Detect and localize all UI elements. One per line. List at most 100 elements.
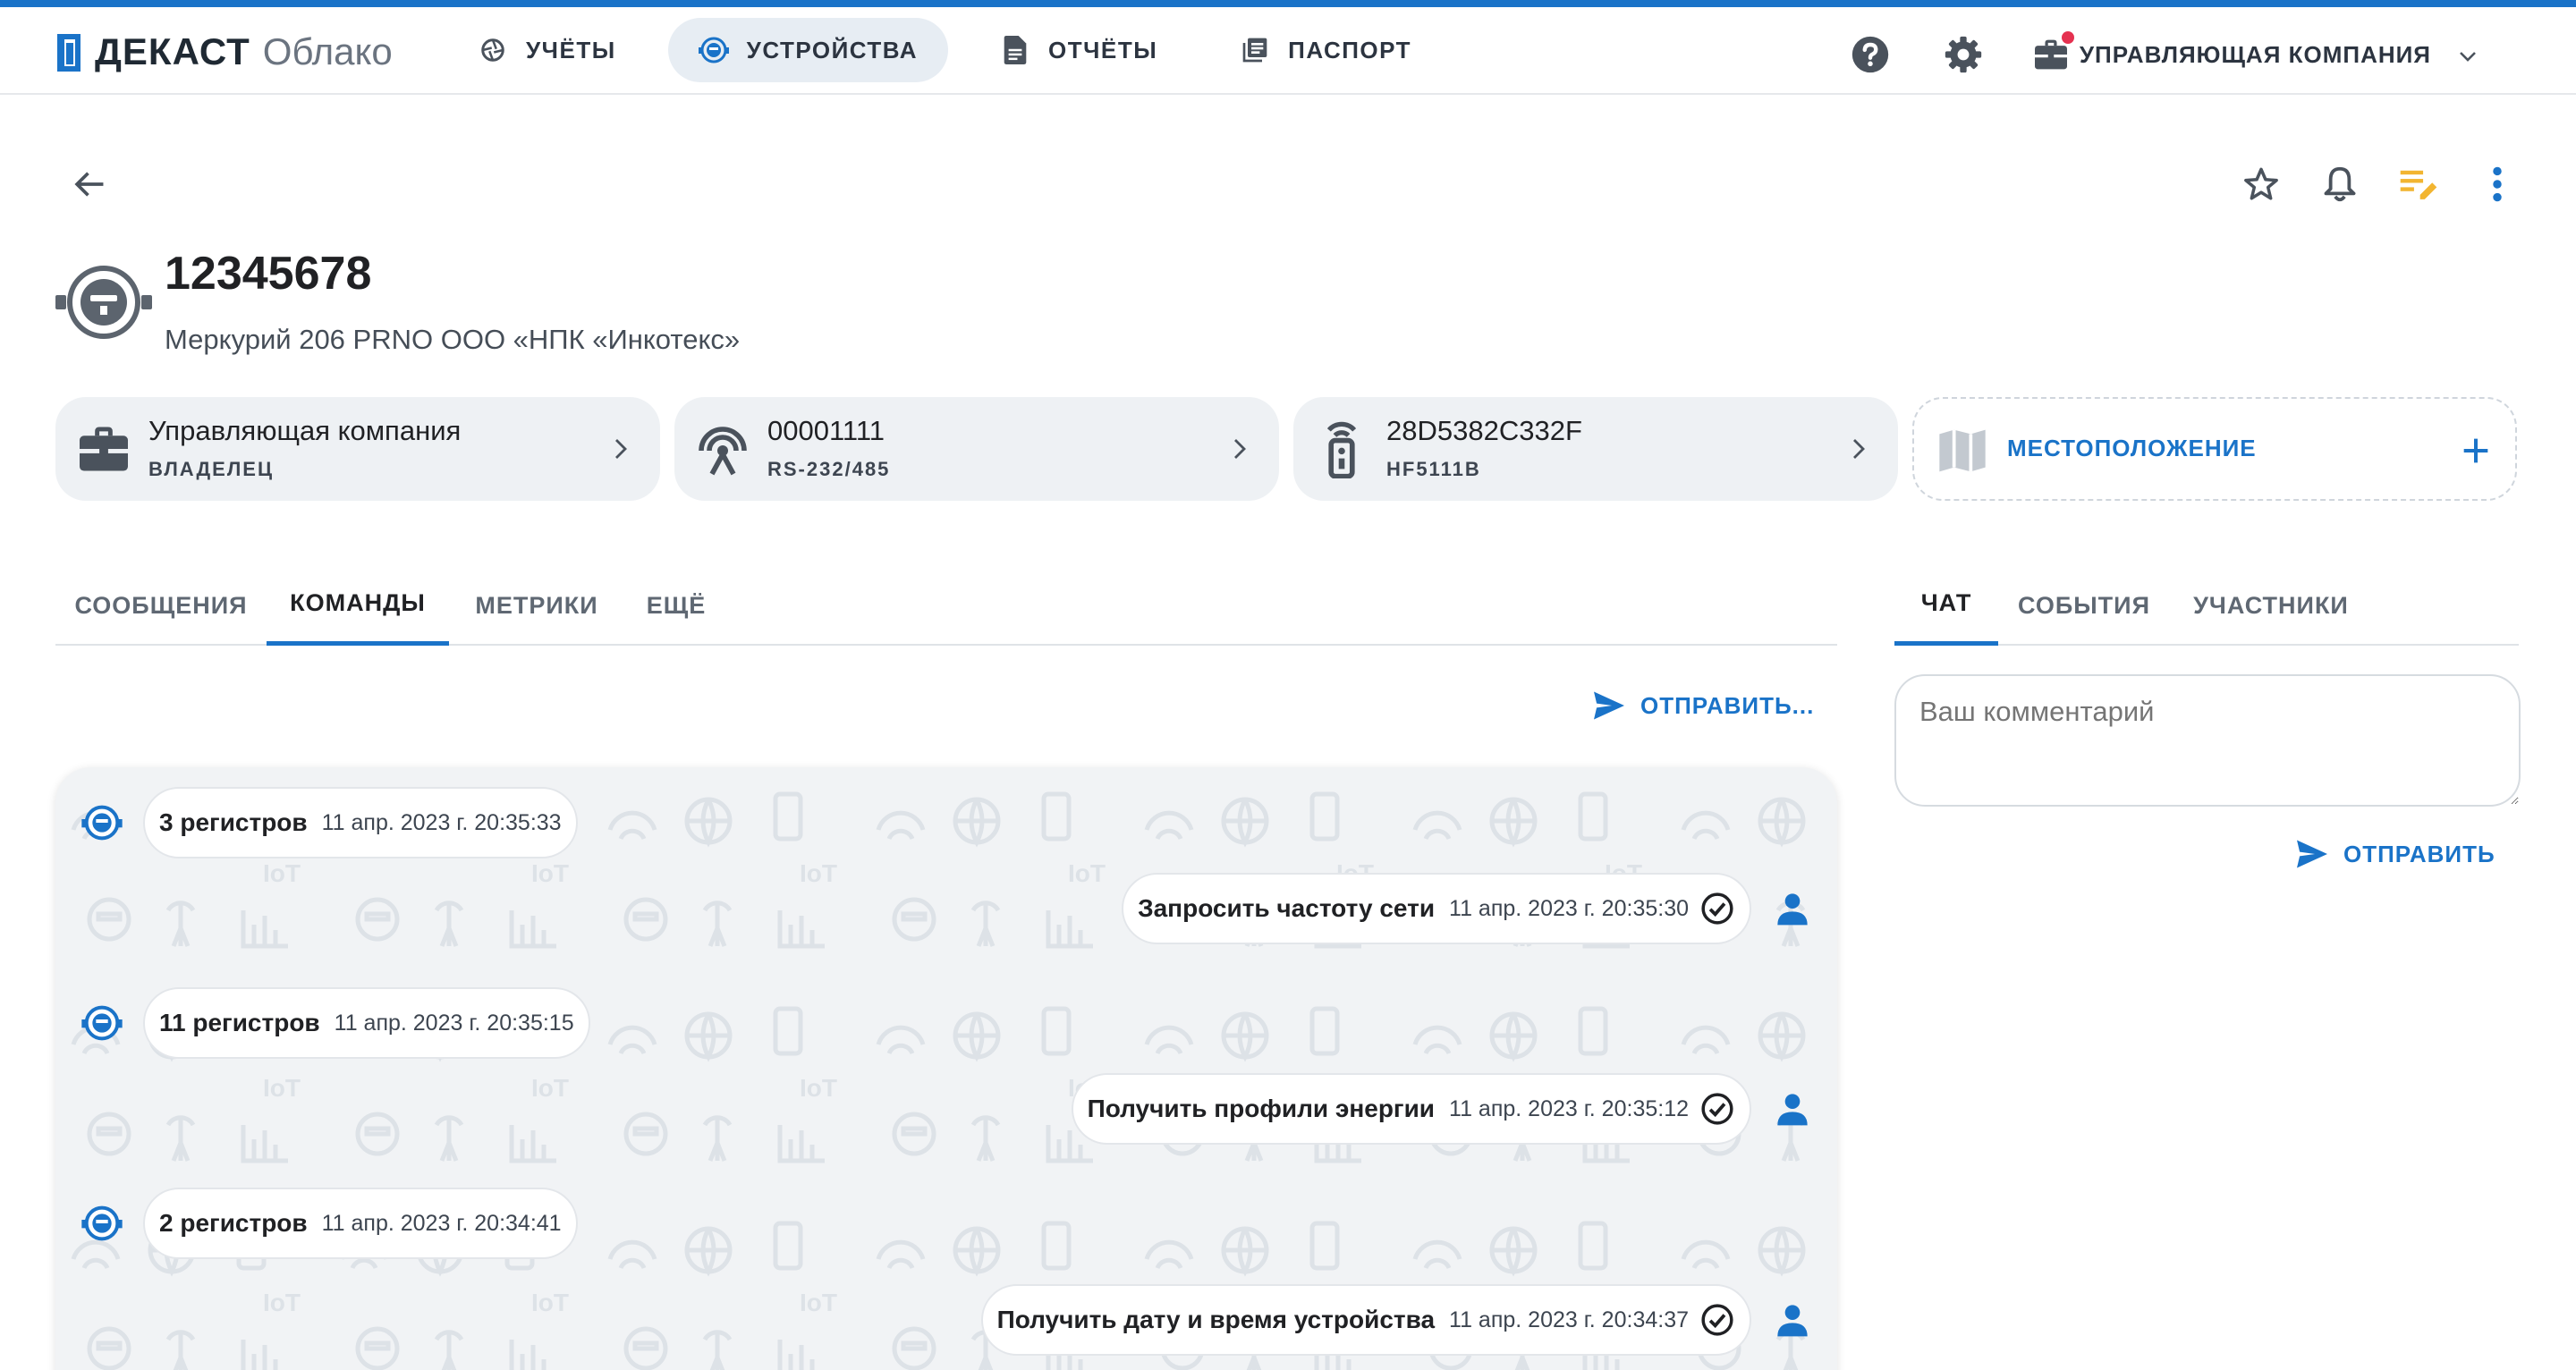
interface-card[interactable]: 00001111 RS-232/485 xyxy=(674,397,1279,501)
card-title: 28D5382C332F xyxy=(1386,415,1582,446)
card-title: МЕСТОПОЛОЖЕНИЕ xyxy=(2007,435,2257,461)
message-bubble[interactable]: 2 регистров 11 апр. 2023 г. 20:34:41 xyxy=(143,1188,578,1259)
tab-commands[interactable]: КОМАНДЫ xyxy=(267,565,449,646)
check-circle-icon xyxy=(1699,891,1735,926)
logo-mark-icon xyxy=(57,30,86,73)
message-time: 11 апр. 2023 г. 20:34:41 xyxy=(321,1210,562,1236)
modem-card[interactable]: 28D5382C332F HF5111B xyxy=(1293,397,1898,501)
send-icon xyxy=(2297,840,2327,868)
help-icon[interactable] xyxy=(1847,31,1894,78)
message-time: 11 апр. 2023 г. 20:35:12 xyxy=(1449,1095,1689,1121)
chevron-right-icon xyxy=(1841,431,1877,467)
logo[interactable]: ДЕКАСТ Облако xyxy=(57,27,393,77)
back-button[interactable] xyxy=(66,161,113,207)
send-command-button[interactable]: ОТПРАВИТЬ... xyxy=(1592,683,1814,728)
bell-icon[interactable] xyxy=(2315,159,2365,209)
message-time: 11 апр. 2023 г. 20:34:37 xyxy=(1449,1307,1689,1332)
device-avatar-icon xyxy=(77,998,127,1048)
message-text: 11 регистров xyxy=(159,1009,320,1036)
location-card[interactable]: МЕСТОПОЛОЖЕНИЕ xyxy=(1912,397,2517,501)
device-avatar-icon xyxy=(77,798,127,848)
card-title: Управляющая компания xyxy=(148,415,462,446)
briefcase-icon xyxy=(2033,31,2074,72)
owner-card[interactable]: Управляющая компания ВЛАДЕЛЕЦ xyxy=(55,397,660,501)
document-icon xyxy=(1000,35,1030,65)
arrow-back-icon xyxy=(74,172,104,197)
send-icon xyxy=(1594,691,1624,720)
card-title: 00001111 xyxy=(767,415,886,446)
message-bubble[interactable]: Получить профили энергии 11 апр. 2023 г.… xyxy=(1071,1073,1751,1145)
tab-messages[interactable]: СООБЩЕНИЯ xyxy=(55,565,267,646)
router-icon xyxy=(1313,420,1370,478)
notification-dot xyxy=(2061,31,2074,44)
comment-input[interactable] xyxy=(1894,674,2521,807)
nav-label: ОТЧЁТЫ xyxy=(1048,36,1158,63)
message-text: Получить дату и время устройства xyxy=(996,1306,1436,1333)
send-comment-button[interactable]: ОТПРАВИТЬ xyxy=(2295,832,2496,876)
main-tabs: СООБЩЕНИЯ КОМАНДЫ МЕТРИКИ ЕЩЁ xyxy=(55,565,1837,646)
side-tabs: ЧАТ СОБЫТИЯ УЧАСТНИКИ xyxy=(1894,565,2519,646)
header-actions: УПРАВЛЯЮЩАЯ КОМПАНИЯ xyxy=(1801,23,2478,86)
meter-icon xyxy=(54,265,154,340)
top-accent-bar xyxy=(0,0,2576,7)
message-text: 2 регистров xyxy=(159,1209,308,1237)
message-bubble[interactable]: 3 регистров 11 апр. 2023 г. 20:35:33 xyxy=(143,787,578,858)
device-avatar-icon xyxy=(77,1198,127,1248)
message-time: 11 апр. 2023 г. 20:35:33 xyxy=(321,809,562,835)
nav-item-accounts[interactable]: УЧЁТЫ xyxy=(447,18,647,82)
user-avatar-icon xyxy=(1767,884,1818,934)
tab-participants[interactable]: УЧАСТНИКИ xyxy=(2170,565,2372,646)
antenna-icon xyxy=(694,420,751,478)
star-icon[interactable] xyxy=(2236,159,2286,209)
message-bubble[interactable]: Получить дату и время устройства 11 апр.… xyxy=(980,1284,1751,1356)
check-circle-icon xyxy=(1699,1091,1735,1127)
send-command-label: ОТПРАВИТЬ... xyxy=(1640,691,1815,719)
meter-icon xyxy=(698,35,729,65)
command-log: IoT 3 регистров 11 апр. 2023 г. 20:35:33… xyxy=(55,767,1837,1370)
message-bubble[interactable]: Запросить частоту сети 11 апр. 2023 г. 2… xyxy=(1122,873,1751,944)
map-icon xyxy=(1934,422,1991,479)
nav-label: УЧЁТЫ xyxy=(526,36,616,63)
nav-label: УСТРОЙСТВА xyxy=(746,36,919,63)
nav-item-passport[interactable]: ПАСПОРТ xyxy=(1209,18,1442,82)
card-subtitle: RS-232/485 xyxy=(767,458,891,480)
message-bubble[interactable]: 11 регистров 11 апр. 2023 г. 20:35:15 xyxy=(143,987,590,1059)
library-books-icon xyxy=(1240,35,1270,65)
tab-more[interactable]: ЕЩЁ xyxy=(624,565,728,646)
message-time: 11 апр. 2023 г. 20:35:15 xyxy=(334,1010,574,1036)
company-label: УПРАВЛЯЮЩАЯ КОМПАНИЯ xyxy=(2079,40,2431,68)
plus-icon xyxy=(2458,433,2494,469)
chevron-down-icon xyxy=(2458,41,2478,69)
nav-item-reports[interactable]: ОТЧЁТЫ xyxy=(970,18,1188,82)
send-comment-label: ОТПРАВИТЬ xyxy=(2343,840,2496,867)
top-bar: ДЕКАСТ Облако УЧЁТЫ УСТРОЙСТВА ОТЧЁТЫ ПА… xyxy=(0,7,2576,95)
aperture-icon xyxy=(478,35,508,65)
message-text: Запросить частоту сети xyxy=(1138,894,1436,922)
message-time: 11 апр. 2023 г. 20:35:30 xyxy=(1449,895,1689,921)
gear-icon[interactable] xyxy=(1940,31,1987,78)
device-toolbar xyxy=(2207,159,2522,209)
device-title: 12345678 xyxy=(165,248,372,300)
tab-chat[interactable]: ЧАТ xyxy=(1894,565,1998,646)
main-nav: УЧЁТЫ УСТРОЙСТВА ОТЧЁТЫ ПАСПОРТ xyxy=(447,16,1463,84)
logo-product: Облако xyxy=(262,30,393,72)
nav-item-devices[interactable]: УСТРОЙСТВА xyxy=(667,18,949,82)
tab-events[interactable]: СОБЫТИЯ xyxy=(1998,565,2170,646)
chevron-right-icon xyxy=(603,431,639,467)
more-vert-icon[interactable] xyxy=(2472,159,2522,209)
message-text: 3 регистров xyxy=(159,808,308,836)
nav-label: ПАСПОРТ xyxy=(1288,36,1412,63)
tab-metrics[interactable]: МЕТРИКИ xyxy=(449,565,624,646)
logo-brand: ДЕКАСТ xyxy=(95,30,250,72)
user-avatar-icon xyxy=(1767,1295,1818,1345)
card-subtitle: HF5111B xyxy=(1386,458,1481,480)
edit-note-icon[interactable] xyxy=(2394,159,2444,209)
company-switcher[interactable]: УПРАВЛЯЮЩАЯ КОМПАНИЯ xyxy=(2033,31,2478,72)
device-model: Меркурий 206 PRNO ООО «НПК «Инкотекс» xyxy=(165,324,741,355)
user-avatar-icon xyxy=(1767,1084,1818,1134)
briefcase-icon xyxy=(75,420,132,478)
check-circle-icon xyxy=(1699,1302,1735,1338)
card-subtitle: ВЛАДЕЛЕЦ xyxy=(148,458,275,480)
info-cards: Управляющая компания ВЛАДЕЛЕЦ 00001111 R… xyxy=(55,397,2521,501)
message-text: Получить профили энергии xyxy=(1087,1095,1436,1122)
